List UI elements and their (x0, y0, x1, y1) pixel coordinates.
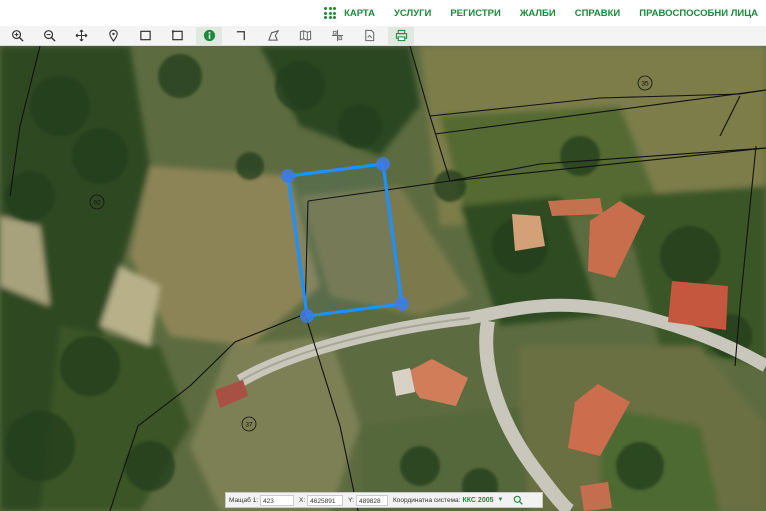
parcel-label-35: 35 (641, 81, 649, 88)
nav-item-services[interactable]: УСЛУГИ (394, 8, 431, 19)
nav-item-references[interactable]: СПРАВКИ (575, 8, 621, 19)
coordinate-system-label: Координатна система: (392, 496, 461, 504)
map-layers-button[interactable] (292, 27, 318, 45)
location-pin-icon (108, 29, 118, 42)
select-rectangle-button[interactable] (132, 27, 158, 45)
vertex-handle[interactable] (376, 157, 390, 171)
apps-grid-icon[interactable] (324, 7, 337, 19)
coordinate-system-select[interactable]: ККС 2005 (462, 497, 493, 504)
measure-area-icon (267, 30, 279, 41)
map-statusbar: Мащаб 1: 423 X: 4625891 Y: 489828 Коорди… (225, 492, 543, 508)
vertex-handle[interactable] (300, 309, 314, 323)
vertex-handle[interactable] (395, 297, 409, 311)
document-icon (364, 29, 374, 42)
satellite-map[interactable]: 92 37 35 (0, 46, 766, 511)
measure-distance-icon (236, 31, 245, 41)
search-icon[interactable] (513, 495, 524, 505)
select-rectangle-icon (139, 30, 151, 41)
coordinates-icon (331, 29, 343, 42)
x-coordinate-value: 4625891 (307, 494, 344, 506)
zoom-in-button[interactable] (4, 27, 30, 45)
x-coordinate-label: X: (299, 496, 306, 504)
y-coordinate-label: Y: (348, 496, 354, 504)
scale-input[interactable]: 423 (260, 494, 295, 506)
map-layers-icon (299, 30, 311, 41)
nav-item-registers[interactable]: РЕГИСТРИ (450, 8, 500, 19)
select-area-button[interactable] (164, 27, 190, 45)
nav-item-licensed-persons[interactable]: ПРАВОСПОСОБНИ ЛИЦА (639, 8, 758, 19)
location-button[interactable] (100, 27, 126, 45)
measure-area-button[interactable] (260, 27, 286, 45)
print-button[interactable] (388, 26, 414, 45)
y-coordinate-value: 489828 (355, 494, 388, 506)
zoom-out-icon (43, 30, 56, 42)
selection-polygon[interactable] (286, 162, 404, 318)
info-button[interactable] (196, 26, 222, 45)
nav-item-map[interactable]: КАРТА (344, 8, 375, 19)
parcel-label-37: 37 (245, 422, 253, 429)
nav-item-complaints[interactable]: ЖАЛБИ (520, 8, 556, 19)
print-icon (395, 29, 407, 42)
scale-label: Мащаб 1: (229, 496, 259, 504)
chevron-down-icon[interactable]: ▼ (498, 497, 504, 503)
vertex-handle[interactable] (281, 169, 295, 183)
zoom-out-button[interactable] (36, 27, 62, 45)
info-icon (203, 29, 215, 42)
measure-distance-button[interactable] (228, 27, 254, 45)
coordinates-button[interactable] (324, 27, 350, 45)
document-button[interactable] (356, 27, 382, 45)
pan-icon (75, 29, 87, 42)
zoom-in-icon (11, 30, 24, 42)
select-area-icon (171, 30, 183, 41)
parcel-label-92: 92 (93, 200, 101, 207)
pan-button[interactable] (68, 27, 94, 45)
top-navigation: КАРТА УСЛУГИ РЕГИСТРИ ЖАЛБИ СПРАВКИ ПРАВ… (0, 0, 766, 26)
map-view[interactable]: 92 37 35 (0, 46, 766, 511)
map-toolbar (0, 26, 766, 46)
